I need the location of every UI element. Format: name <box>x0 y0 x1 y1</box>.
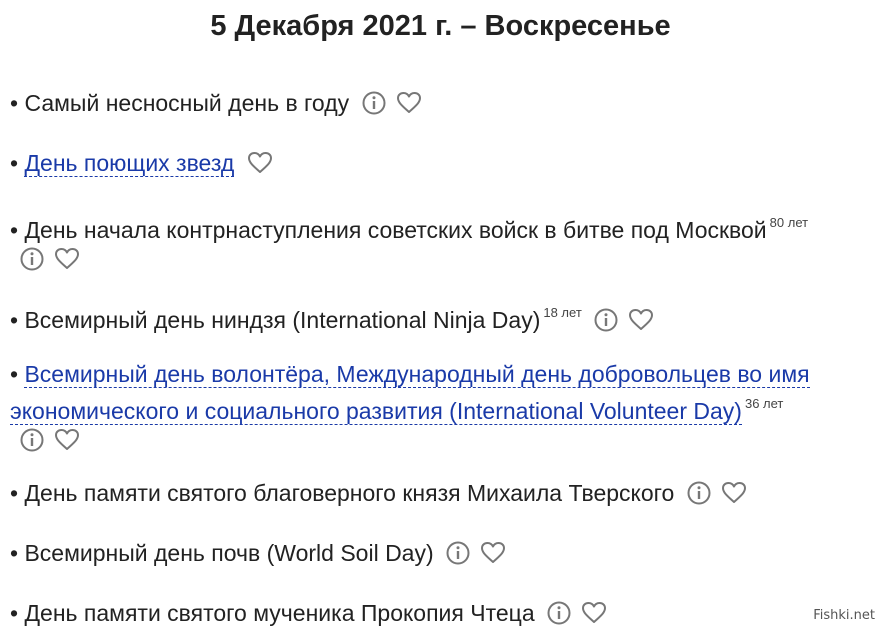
holiday-link[interactable]: День поющих звезд <box>24 150 235 177</box>
list-item: • Всемирный день волонтёра, Международны… <box>10 359 872 456</box>
info-icon[interactable] <box>20 428 44 452</box>
bullet: • <box>10 217 19 243</box>
holiday-text: День памяти святого мученика Прокопия Чт… <box>24 600 535 626</box>
bullet: • <box>10 600 19 626</box>
info-icon[interactable] <box>20 247 44 271</box>
anniversary-years: 80 лет <box>769 215 809 230</box>
holiday-text: Всемирный день почв (World Soil Day) <box>24 540 434 566</box>
heart-icon[interactable] <box>247 151 273 175</box>
list-item: • День памяти святого благоверного князя… <box>10 478 872 512</box>
list-item: • Всемирный день ниндзя (International N… <box>10 298 872 339</box>
heart-icon[interactable] <box>396 91 422 115</box>
info-icon[interactable] <box>594 308 618 332</box>
list-item: • Самый несносный день в году <box>10 88 872 122</box>
watermark: Fishki.net <box>813 608 875 623</box>
page-title: 5 Декабря 2021 г. – Воскресенье <box>210 10 671 42</box>
heart-icon[interactable] <box>480 541 506 565</box>
heart-icon[interactable] <box>581 601 607 625</box>
holiday-text: День начала контрнаступления советских в… <box>24 217 767 243</box>
anniversary-years: 36 лет <box>744 396 784 411</box>
info-icon[interactable] <box>687 481 711 505</box>
holiday-link[interactable]: Всемирный день волонтёра, Международный … <box>10 361 810 425</box>
heart-icon[interactable] <box>54 247 80 271</box>
heart-icon[interactable] <box>628 308 654 332</box>
list-item: • Всемирный день почв (World Soil Day) <box>10 538 872 572</box>
bullet: • <box>10 361 19 387</box>
list-item: • День начала контрнаступления советских… <box>10 208 872 275</box>
bullet: • <box>10 307 19 333</box>
holiday-text: Всемирный день ниндзя (International Nin… <box>24 307 541 333</box>
heart-icon[interactable] <box>54 428 80 452</box>
info-icon[interactable] <box>362 91 386 115</box>
heart-icon[interactable] <box>721 481 747 505</box>
bullet: • <box>10 480 19 506</box>
anniversary-years: 18 лет <box>543 305 582 320</box>
bullet: • <box>10 540 19 566</box>
holiday-text: День памяти святого благоверного князя М… <box>24 480 675 506</box>
list-item: • День поющих звезд <box>10 148 872 182</box>
bullet: • <box>10 150 19 176</box>
holiday-text: Самый несносный день в году <box>24 90 350 116</box>
bullet: • <box>10 90 19 116</box>
info-icon[interactable] <box>446 541 470 565</box>
info-icon[interactable] <box>547 601 571 625</box>
